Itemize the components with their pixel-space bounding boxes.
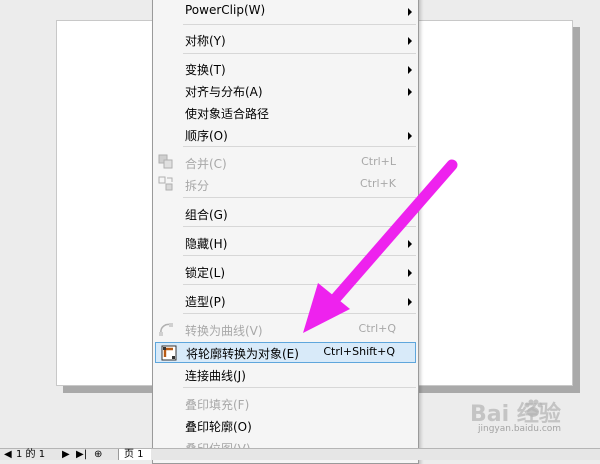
paw-icon [524,399,543,417]
menu-item-label: 叠印轮廓(O) [185,420,252,434]
submenu-arrow-icon [408,66,412,74]
menu-item-join-curves[interactable]: 连接曲线(J) [153,364,418,385]
break-apart-icon [158,176,173,191]
watermark: Bai 经验 jingyan.baidu.com [470,396,598,436]
menu-item-label: 组合(G) [185,208,228,222]
menu-item-label: 锁定(L) [185,266,226,280]
menu-separator [183,24,416,25]
menu-item-label: 合并(C) [185,157,227,171]
menu-item-label: 使对象适合路径 [185,107,270,121]
page-navigator-bar: ◀ 1 的 1 ▶ ▶| ⊕ 页 1 [0,448,600,460]
menu-item-label: 叠印填充(F) [185,398,250,412]
menu-item-symmetry[interactable]: 对称(Y) [153,29,418,50]
combine-icon [158,154,173,169]
menu-item-shortcut: Ctrl+Q [358,322,396,335]
menu-item-label: PowerClip(W) [185,3,266,17]
menu-item-overprint-fill[interactable]: 叠印填充(F) [153,393,418,414]
menu-item-order[interactable]: 顺序(O) [153,124,418,145]
menu-item-label: 连接曲线(J) [185,369,246,383]
submenu-arrow-icon [408,37,412,45]
watermark-url: jingyan.baidu.com [478,424,562,434]
menu-item-align-distribute[interactable]: 对齐与分布(A) [153,80,418,101]
menu-separator [183,197,416,198]
menu-item-group[interactable]: 组合(G) [153,203,418,224]
submenu-arrow-icon [408,88,412,96]
menu-item-hide[interactable]: 隐藏(H) [153,232,418,253]
menu-item-shortcut: Ctrl+K [359,177,396,190]
menu-item-label: 隐藏(H) [185,237,228,251]
convert-to-curves-icon [159,323,173,336]
arrange-context-menu: PowerClip(W) 对称(Y) 变换(T) 对齐与分布(A) 使对象适合路… [152,0,419,464]
menu-item-label: 造型(P) [185,295,226,309]
submenu-arrow-icon [408,240,412,248]
menu-item-fit-to-path[interactable]: 使对象适合路径 [153,102,418,123]
submenu-arrow-icon [408,269,412,277]
menu-separator [183,226,416,227]
menu-item-combine[interactable]: 合并(C) Ctrl+L [153,152,418,173]
menu-item-label: 拆分 [185,179,210,193]
menu-item-label: 顺序(O) [185,129,228,143]
submenu-arrow-icon [408,298,412,306]
menu-item-convert-outline-to-object[interactable]: 将轮廓转换为对象(E) Ctrl+Shift+Q [155,342,416,363]
menu-separator [183,387,416,388]
submenu-arrow-icon [408,132,412,140]
menu-item-label: 对齐与分布(A) [185,85,263,99]
menu-item-label: 将轮廓转换为对象(E) [186,347,299,361]
menu-item-shortcut: Ctrl+L [361,155,396,168]
menu-separator [183,146,416,147]
menu-separator [183,313,416,314]
menu-item-label: 转换为曲线(V) [185,324,263,338]
menu-item-label: 变换(T) [185,63,226,77]
submenu-arrow-icon [408,8,412,16]
menu-separator [183,284,416,285]
menu-item-break-apart[interactable]: 拆分 Ctrl+K [153,174,418,195]
menu-item-shaping[interactable]: 造型(P) [153,290,418,311]
menu-item-transform[interactable]: 变换(T) [153,58,418,79]
menu-item-lock[interactable]: 锁定(L) [153,261,418,282]
menu-item-label: 对称(Y) [185,34,226,48]
menu-separator [183,255,416,256]
menu-item-convert-to-curves[interactable]: 转换为曲线(V) Ctrl+Q [153,319,418,340]
page-tab[interactable]: 页 1 [118,449,151,460]
menu-separator [183,53,416,54]
menu-item-powerclip[interactable]: PowerClip(W) [153,0,418,21]
menu-item-shortcut: Ctrl+Shift+Q [323,345,395,358]
outline-to-object-icon [161,345,177,361]
menu-item-overprint-outline[interactable]: 叠印轮廓(O) [153,415,418,436]
